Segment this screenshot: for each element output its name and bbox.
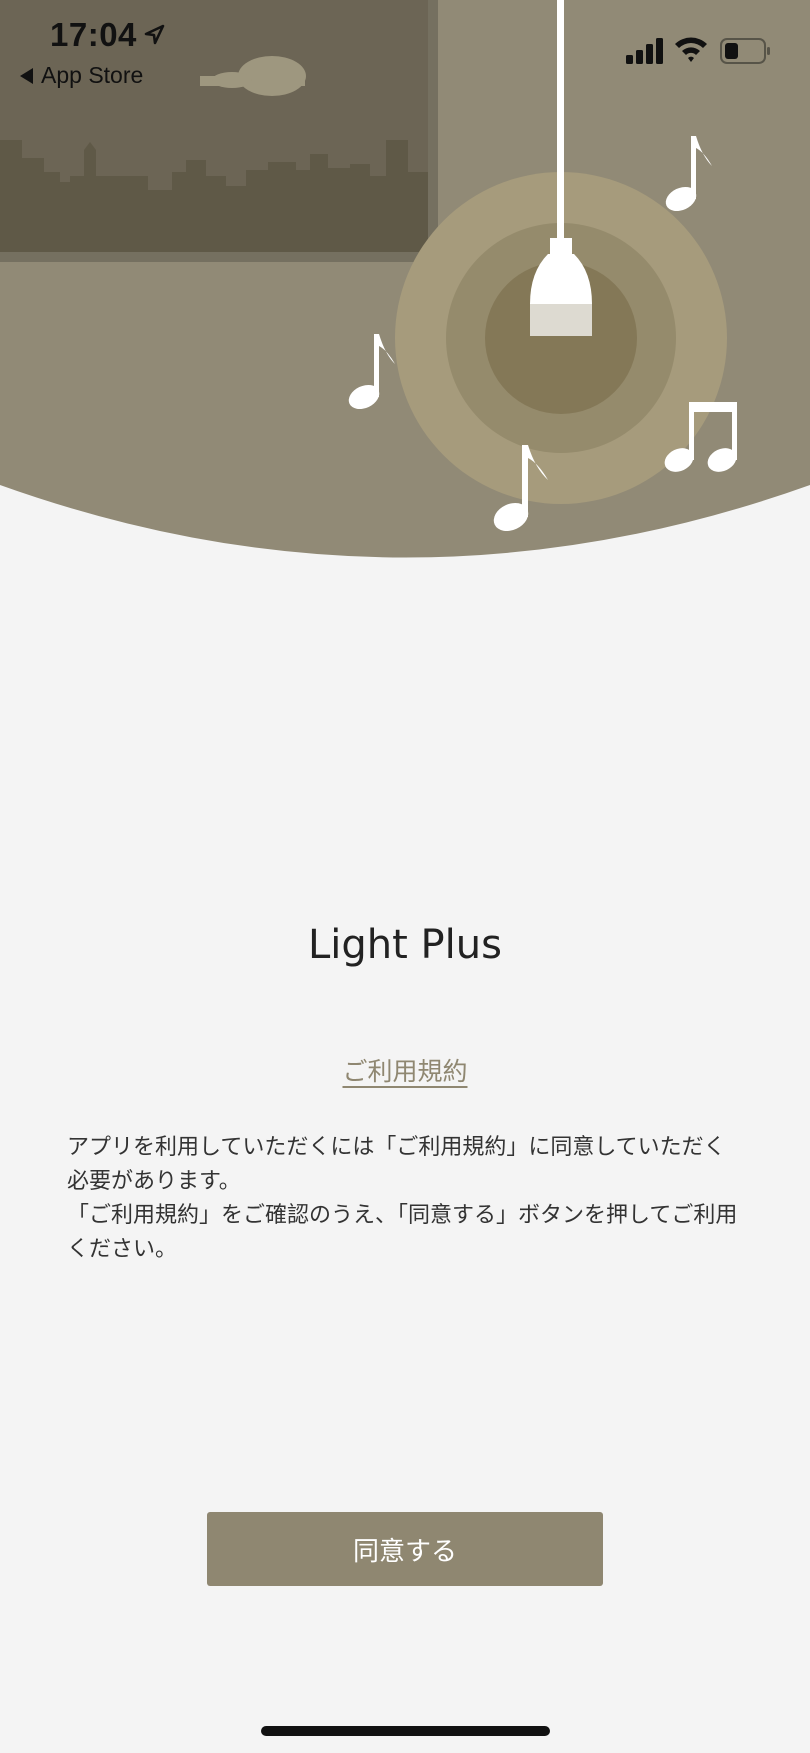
terms-agreement-screen: 17:04 App Store Light Plus ご利用規約 アプリを利用し… — [0, 0, 810, 1753]
back-to-app-store[interactable]: App Store — [20, 62, 143, 89]
app-title: Light Plus — [308, 922, 502, 968]
back-label: App Store — [41, 62, 144, 88]
back-arrow-icon — [20, 67, 33, 84]
status-bar: 17:04 App Store — [0, 0, 810, 100]
terms-description: アプリを利用していただくには「ご利用規約」に同意していただく必要があります。 「… — [67, 1135, 738, 1262]
status-time: 17:04 — [50, 16, 137, 53]
home-indicator[interactable] — [261, 1726, 550, 1736]
signal-icon — [626, 38, 663, 64]
location-arrow-icon — [144, 24, 165, 45]
terms-of-use-link[interactable]: ご利用規約 — [0, 1052, 810, 1088]
wifi-icon — [675, 37, 707, 62]
battery-icon — [720, 38, 770, 64]
agree-button[interactable]: 同意する — [207, 1512, 603, 1586]
